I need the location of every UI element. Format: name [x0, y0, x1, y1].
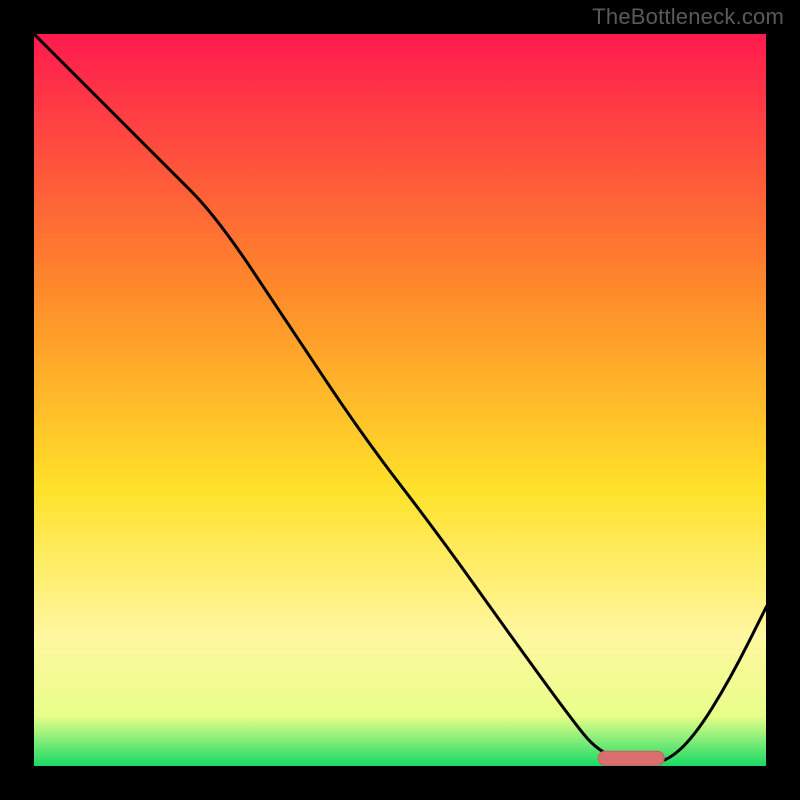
watermark-label: TheBottleneck.com [592, 4, 784, 30]
optimal-range-marker [598, 751, 664, 765]
plot-frame [33, 33, 767, 767]
chart-container: TheBottleneck.com [0, 0, 800, 800]
plot-svg [33, 33, 767, 767]
